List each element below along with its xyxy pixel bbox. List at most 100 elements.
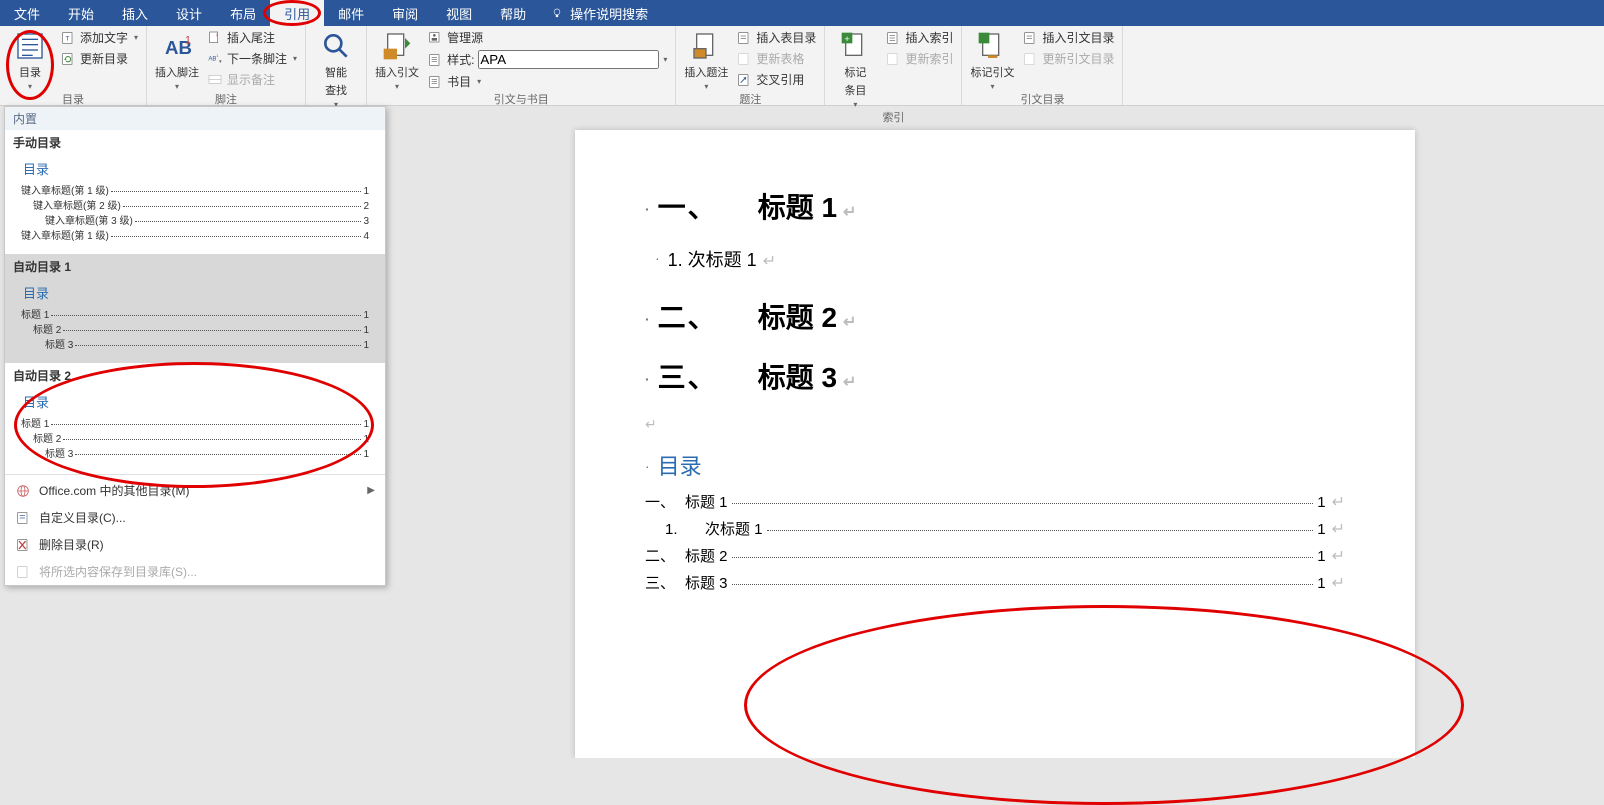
dropdown-menuitem-自定义目录(C)...[interactable]: 自定义目录(C)... [5, 504, 385, 531]
big-button-label: 目录 [19, 64, 41, 80]
toc-gallery-item-自动目录 1[interactable]: 自动目录 1目录标题 11标题 21标题 31 [5, 254, 385, 363]
书目-button[interactable]: 书目▾ [425, 72, 669, 91]
menu-tab-帮助[interactable]: 帮助 [486, 0, 540, 26]
gallery-item-preview: 目录标题 11标题 21标题 31 [13, 384, 377, 468]
交叉引用-button[interactable]: 交叉引用 [734, 70, 818, 89]
globe-icon [15, 483, 31, 499]
toc-icon [14, 30, 46, 62]
paragraph-mark: ↵ [645, 416, 1345, 433]
preview-toc-line: 标题 31 [21, 445, 369, 460]
插入题注-button[interactable]: 插入题注▾ [682, 28, 730, 91]
下一条脚注-button[interactable]: AB1下一条脚注▾ [205, 49, 299, 68]
doc-toc-line: 一、标题 11↵ [645, 491, 1345, 512]
插入尾注-button[interactable]: i插入尾注 [205, 28, 299, 47]
doc-subheading: ·1. 次标题 1↵ [655, 246, 1345, 272]
doc-toc-title: ·目录 [645, 449, 1345, 481]
menuitem-label: 自定义目录(C)... [39, 509, 126, 526]
doc-heading: ·三、标题 3↵ [645, 356, 1345, 396]
dropdown-menuitem-Office.com 中的其他目录(M)[interactable]: Office.com 中的其他目录(M)▶ [5, 477, 385, 504]
更新表格-button: 更新表格 [734, 49, 818, 68]
small-button-label: 插入尾注 [227, 29, 275, 46]
插入表目录-button[interactable]: 插入表目录 [734, 28, 818, 47]
style-select[interactable] [478, 50, 659, 69]
style-icon [427, 52, 443, 68]
插入引文目录-button[interactable]: 插入引文目录 [1020, 28, 1116, 47]
样式-button[interactable]: 样式:▾ [425, 49, 669, 70]
preview-toc-title: 目录 [23, 283, 369, 302]
tell-me-search[interactable]: 操作说明搜索 [540, 0, 658, 26]
document-area: ·一、标题 1↵·1. 次标题 1↵·二、标题 2↵·三、标题 3↵↵·目录一、… [386, 106, 1604, 758]
endnote-icon: i [207, 30, 223, 46]
menuitem-label: 删除目录(R) [39, 536, 104, 553]
doc-heading: ·一、标题 1↵ [645, 186, 1345, 226]
preview-toc-line: 标题 11 [21, 306, 369, 321]
insert-caption-icon [690, 30, 722, 62]
插入脚注-button[interactable]: AB1插入脚注▾ [153, 28, 201, 91]
ribbon-group-索引: +标记条目▾插入索引更新索引索引 [825, 26, 962, 105]
智能查找-button[interactable]: 智能查找▾ [312, 28, 360, 109]
toc-gallery-item-自动目录 2[interactable]: 自动目录 2目录标题 11标题 21标题 31 [5, 363, 385, 472]
bibliography-icon [427, 74, 443, 90]
doc-toc-line: 三、标题 31↵ [645, 572, 1345, 593]
显示备注-button: 显示备注 [205, 70, 299, 89]
small-button-label: 管理源 [447, 29, 483, 46]
mark-entry-icon: + [839, 30, 871, 62]
menu-tab-布局[interactable]: 布局 [216, 0, 270, 26]
gallery-item-preview: 目录键入章标题(第 1 级)1键入章标题(第 2 级)2键入章标题(第 3 级)… [13, 151, 377, 250]
menu-tab-设计[interactable]: 设计 [162, 0, 216, 26]
标记条目-button[interactable]: +标记条目▾ [831, 28, 879, 109]
svg-text:T: T [65, 35, 69, 42]
更新引文目录-button: 更新引文目录 [1020, 49, 1116, 68]
目录-button[interactable]: 目录▾ [6, 28, 54, 91]
menu-tab-文件[interactable]: 文件 [0, 0, 54, 26]
插入引文-button[interactable]: 插入引文▾ [373, 28, 421, 91]
smart-lookup-icon [320, 30, 352, 62]
menu-tab-审阅[interactable]: 审阅 [378, 0, 432, 26]
preview-toc-line: 标题 31 [21, 336, 369, 351]
dropdown-menuitem-删除目录(R)[interactable]: 删除目录(R) [5, 531, 385, 558]
menu-tab-开始[interactable]: 开始 [54, 0, 108, 26]
next-footnote-icon: AB1 [207, 51, 223, 67]
preview-toc-title: 目录 [23, 392, 369, 411]
添加文字-button[interactable]: T添加文字▾ [58, 28, 140, 47]
preview-toc-line: 键入章标题(第 1 级)4 [21, 227, 369, 242]
menu-tab-引用[interactable]: 引用 [270, 0, 324, 26]
menuitem-label: 将所选内容保存到目录库(S)... [39, 563, 197, 580]
bulb-icon [550, 6, 564, 20]
preview-toc-line: 键入章标题(第 3 级)3 [21, 212, 369, 227]
menu-tab-视图[interactable]: 视图 [432, 0, 486, 26]
small-button-label: 添加文字 [80, 29, 128, 46]
ribbon-group-目录: 目录▾T添加文字▾更新目录目录 [0, 26, 147, 105]
insert-citation-icon [381, 30, 413, 62]
save-gallery-icon [15, 564, 31, 580]
small-button-label: 更新目录 [80, 50, 128, 67]
small-button-label: 更新索引 [905, 50, 953, 67]
small-button-label: 插入表目录 [756, 29, 816, 46]
menu-tab-邮件[interactable]: 邮件 [324, 0, 378, 26]
small-button-label: 书目 [447, 73, 471, 90]
insert-tof-icon [736, 30, 752, 46]
menu-bar: 文件开始插入设计布局引用邮件审阅视图帮助操作说明搜索 [0, 0, 1604, 26]
small-button-label: 插入引文目录 [1042, 29, 1114, 46]
style-label: 样式: [447, 51, 474, 68]
big-button-label: 查找 [325, 82, 347, 98]
big-button-label: 标记 [844, 64, 866, 80]
gallery-item-title: 手动目录 [13, 134, 377, 151]
插入索引-button[interactable]: 插入索引 [883, 28, 955, 47]
gallery-item-title: 自动目录 1 [13, 258, 377, 275]
preview-toc-line: 标题 21 [21, 430, 369, 445]
small-button-label: 更新表格 [756, 50, 804, 67]
big-button-label: 标记引文 [970, 64, 1014, 80]
dropdown-menuitem-将所选内容保存到目录库(S)...: 将所选内容保存到目录库(S)... [5, 558, 385, 585]
update-icon [60, 51, 76, 67]
toc-gallery-item-手动目录[interactable]: 手动目录目录键入章标题(第 1 级)1键入章标题(第 2 级)2键入章标题(第 … [5, 130, 385, 254]
menu-tab-插入[interactable]: 插入 [108, 0, 162, 26]
ribbon-group-引文目录: 标记引文▾插入引文目录更新引文目录引文目录 [962, 26, 1123, 105]
insert-toa-icon [1022, 30, 1038, 46]
管理源-button[interactable]: 管理源 [425, 28, 669, 47]
update-table-icon [736, 51, 752, 67]
small-button-label: 交叉引用 [756, 71, 804, 88]
更新目录-button[interactable]: 更新目录 [58, 49, 140, 68]
ribbon-group-题注: 插入题注▾插入表目录更新表格交叉引用题注 [676, 26, 825, 105]
标记引文-button[interactable]: 标记引文▾ [968, 28, 1016, 91]
